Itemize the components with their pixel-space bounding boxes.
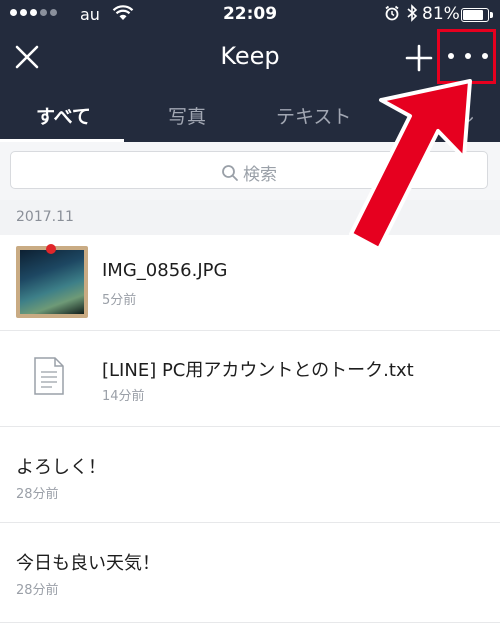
battery-percent: 81% [422,4,460,24]
tab-all[interactable]: すべて [36,102,91,129]
list-item[interactable]: よろしく！ 28分前 [0,427,500,523]
highlight-box [437,29,496,84]
search-icon [222,165,238,181]
document-icon [34,357,64,395]
tab-text[interactable]: テキスト [276,102,351,129]
date-section-header: 2017.11 [0,200,500,235]
item-title: よろしく！ [16,457,106,478]
search-input[interactable]: 検索 [10,151,488,189]
status-bar: au 22:09 81% [0,0,500,28]
tab-more[interactable]: ル [455,102,474,129]
bluetooth-icon [407,4,418,22]
tab-photos[interactable]: 写真 [168,102,206,129]
tab-bar: すべて 写真 テキスト ル [0,90,500,142]
list-item[interactable]: [LINE] PC用アカウントとのトーク.txt 14分前 [0,331,500,427]
section-date: 2017.11 [16,209,74,225]
battery-icon [461,8,493,22]
item-time: 5分前 [102,293,137,308]
search-placeholder: 検索 [243,165,277,185]
list-item[interactable]: IMG_0856.JPG 5分前 [0,235,500,331]
search-area: 検索 [0,142,500,200]
plus-icon[interactable] [404,43,434,73]
navigation-bar: Keep [0,28,500,90]
alarm-icon [385,5,399,21]
list-item[interactable]: 今日も良い天気！ 28分前 [0,523,500,623]
item-time: 28分前 [16,583,59,598]
item-time: 14分前 [102,389,145,404]
image-thumbnail [16,244,88,318]
item-title: 今日も良い天気！ [16,553,160,574]
item-title: [LINE] PC用アカウントとのトーク.txt [102,360,414,381]
item-time: 28分前 [16,487,59,502]
item-title: IMG_0856.JPG [102,260,228,281]
